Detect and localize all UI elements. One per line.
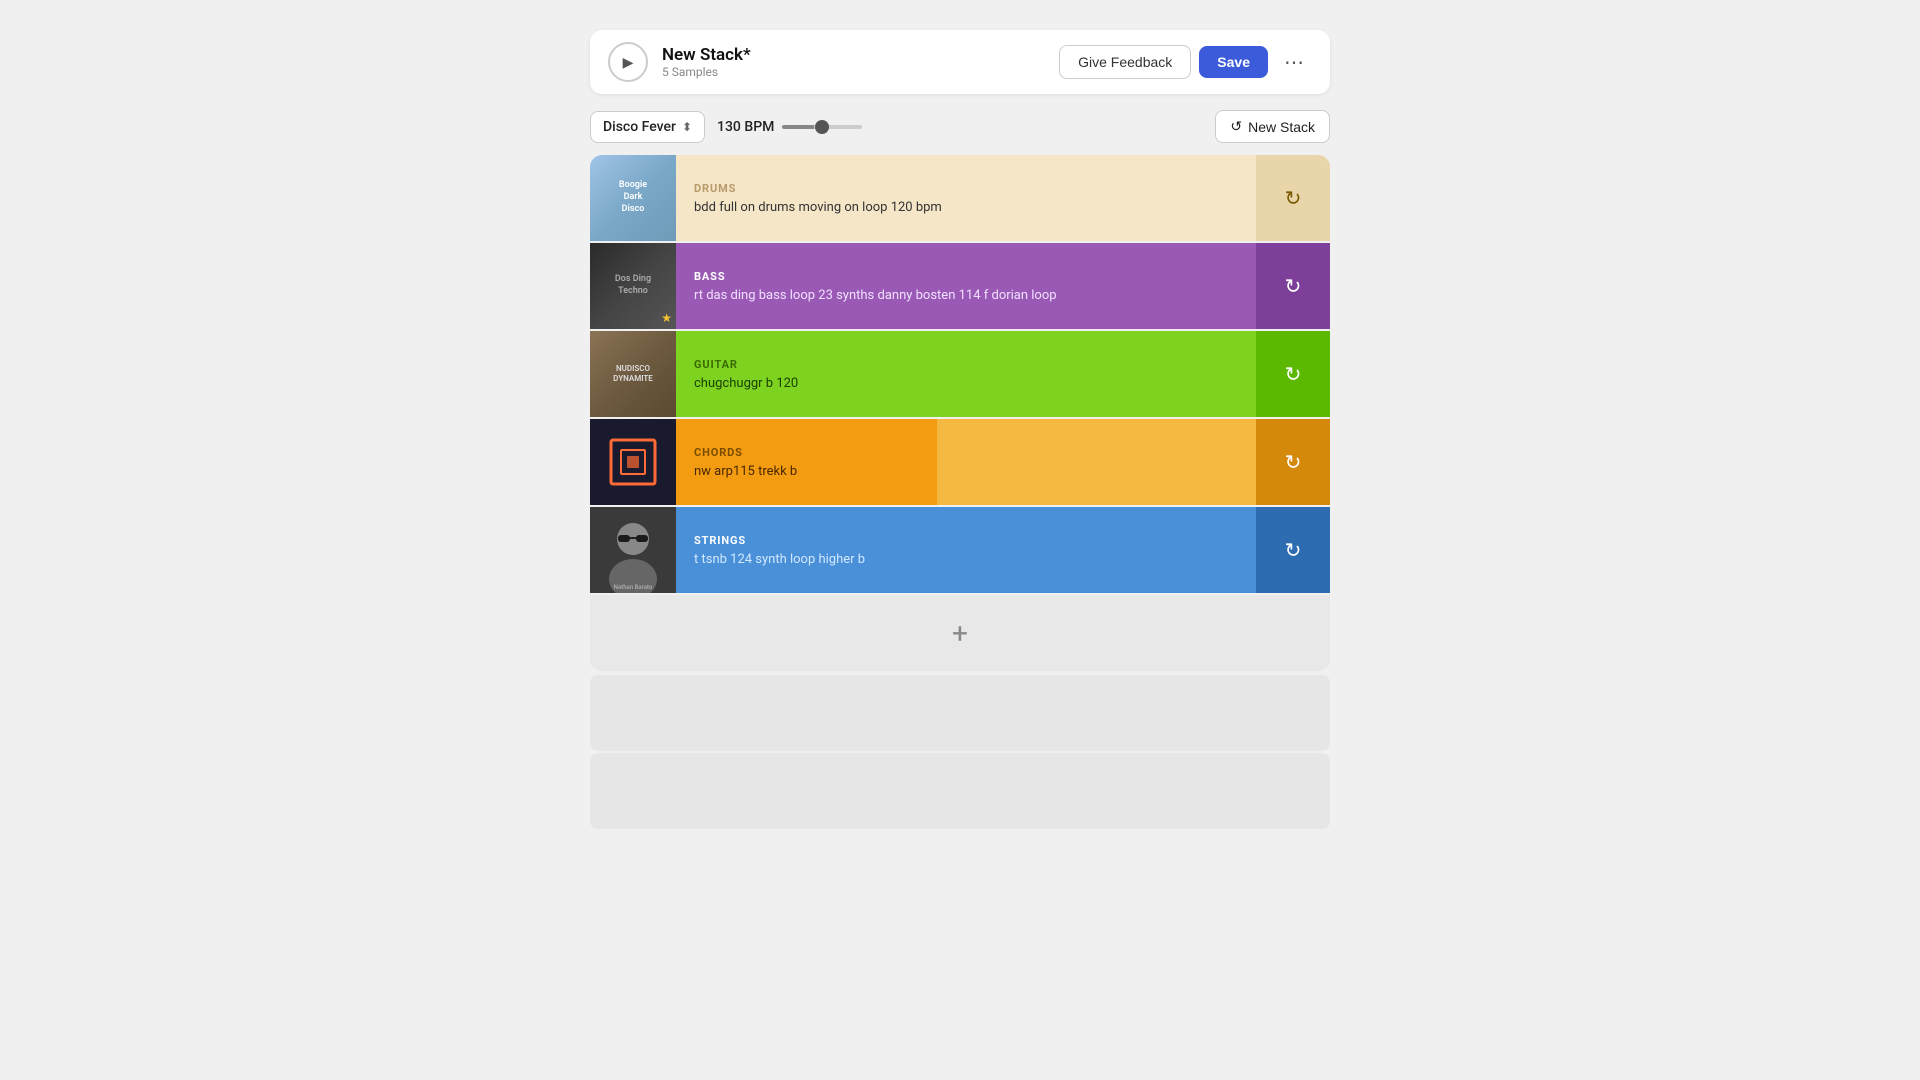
header-actions: Give Feedback Save ⋯ bbox=[1059, 44, 1312, 80]
guitar-thumbnail[interactable]: NUDISCODYNAMITE bbox=[590, 331, 676, 417]
stack-title: New Stack* bbox=[662, 45, 1045, 65]
drums-refresh-button[interactable]: ↻ bbox=[1256, 155, 1330, 241]
new-stack-refresh-icon: ↺ bbox=[1230, 118, 1242, 135]
add-track-button[interactable]: + bbox=[590, 595, 1330, 671]
bpm-slider[interactable] bbox=[782, 125, 862, 129]
chords-category-label: CHORDS bbox=[694, 446, 919, 459]
guitar-art: NUDISCODYNAMITE bbox=[590, 331, 676, 417]
more-options-button[interactable]: ⋯ bbox=[1276, 44, 1312, 80]
add-track-icon: + bbox=[952, 617, 968, 650]
stack-info: New Stack* 5 Samples bbox=[662, 45, 1045, 79]
empty-slot-2 bbox=[590, 753, 1330, 829]
empty-slot-1 bbox=[590, 675, 1330, 751]
refresh-icon: ↻ bbox=[1285, 186, 1302, 210]
header: ▶ New Stack* 5 Samples Give Feedback Sav… bbox=[590, 30, 1330, 94]
drums-thumbnail[interactable]: BoogieDarkDisco bbox=[590, 155, 676, 241]
chords-description: nw arp115 trekk b bbox=[694, 464, 919, 479]
give-feedback-button[interactable]: Give Feedback bbox=[1059, 45, 1191, 79]
genre-label: Disco Fever bbox=[603, 119, 676, 135]
bpm-label: 130 BPM bbox=[717, 119, 774, 135]
chords-refresh-button[interactable]: ↻ bbox=[1256, 419, 1330, 505]
guitar-category-label: GUITAR bbox=[694, 358, 1238, 371]
strings-refresh-button[interactable]: ↻ bbox=[1256, 507, 1330, 593]
drums-art: BoogieDarkDisco bbox=[590, 155, 676, 241]
track-row: BoogieDarkDisco DRUMS bdd full on drums … bbox=[590, 155, 1330, 241]
chords-content[interactable]: CHORDS nw arp115 trekk b bbox=[676, 419, 937, 505]
svg-text:Nathan Barato: Nathan Barato bbox=[614, 584, 653, 591]
main-container: ▶ New Stack* 5 Samples Give Feedback Sav… bbox=[590, 30, 1330, 1060]
toolbar: Disco Fever ⬍ 130 BPM ↺ New Stack bbox=[590, 110, 1330, 143]
strings-description: t tsnb 124 synth loop higher b bbox=[694, 552, 1238, 567]
new-stack-button[interactable]: ↺ New Stack bbox=[1215, 110, 1330, 143]
strings-thumbnail[interactable]: Nathan Barato bbox=[590, 507, 676, 593]
stack-subtitle: 5 Samples bbox=[662, 65, 1045, 79]
bass-thumbnail[interactable]: Dos DingTechno ★ bbox=[590, 243, 676, 329]
chords-right-area bbox=[937, 419, 1256, 505]
bpm-control: 130 BPM bbox=[717, 119, 862, 135]
bass-refresh-button[interactable]: ↻ bbox=[1256, 243, 1330, 329]
refresh-icon: ↻ bbox=[1285, 538, 1302, 562]
track-row: CHORDS nw arp115 trekk b ↻ bbox=[590, 419, 1330, 505]
guitar-content[interactable]: GUITAR chugchuggr b 120 bbox=[676, 331, 1256, 417]
guitar-refresh-button[interactable]: ↻ bbox=[1256, 331, 1330, 417]
refresh-icon: ↻ bbox=[1285, 450, 1302, 474]
track-row: Dos DingTechno ★ BASS rt das ding bass l… bbox=[590, 243, 1330, 329]
drums-description: bdd full on drums moving on loop 120 bpm bbox=[694, 200, 1238, 215]
chords-art-svg bbox=[603, 432, 663, 492]
guitar-description: chugchuggr b 120 bbox=[694, 376, 1238, 391]
strings-category-label: STRINGS bbox=[694, 534, 1238, 547]
drums-content[interactable]: DRUMS bdd full on drums moving on loop 1… bbox=[676, 155, 1256, 241]
track-row: NUDISCODYNAMITE GUITAR chugchuggr b 120 … bbox=[590, 331, 1330, 417]
save-button[interactable]: Save bbox=[1199, 46, 1268, 78]
chevron-icon: ⬍ bbox=[682, 120, 692, 134]
genre-selector[interactable]: Disco Fever ⬍ bbox=[590, 111, 705, 143]
new-stack-label: New Stack bbox=[1248, 119, 1315, 135]
chords-art bbox=[590, 419, 676, 505]
star-badge: ★ bbox=[661, 311, 672, 325]
strings-content[interactable]: STRINGS t tsnb 124 synth loop higher b bbox=[676, 507, 1256, 593]
strings-art: Nathan Barato bbox=[590, 507, 676, 593]
play-button[interactable]: ▶ bbox=[608, 42, 648, 82]
bass-content[interactable]: BASS rt das ding bass loop 23 synths dan… bbox=[676, 243, 1256, 329]
refresh-icon: ↻ bbox=[1285, 274, 1302, 298]
refresh-icon: ↻ bbox=[1285, 362, 1302, 386]
bass-description: rt das ding bass loop 23 synths danny bo… bbox=[694, 288, 1238, 303]
drums-category-label: DRUMS bbox=[694, 182, 1238, 195]
chords-bar: CHORDS nw arp115 trekk b bbox=[676, 419, 1256, 505]
bass-category-label: BASS bbox=[694, 270, 1238, 283]
chords-thumbnail[interactable] bbox=[590, 419, 676, 505]
track-row: Nathan Barato STRINGS t tsnb 124 synth l… bbox=[590, 507, 1330, 593]
strings-art-svg: Nathan Barato bbox=[590, 507, 676, 593]
